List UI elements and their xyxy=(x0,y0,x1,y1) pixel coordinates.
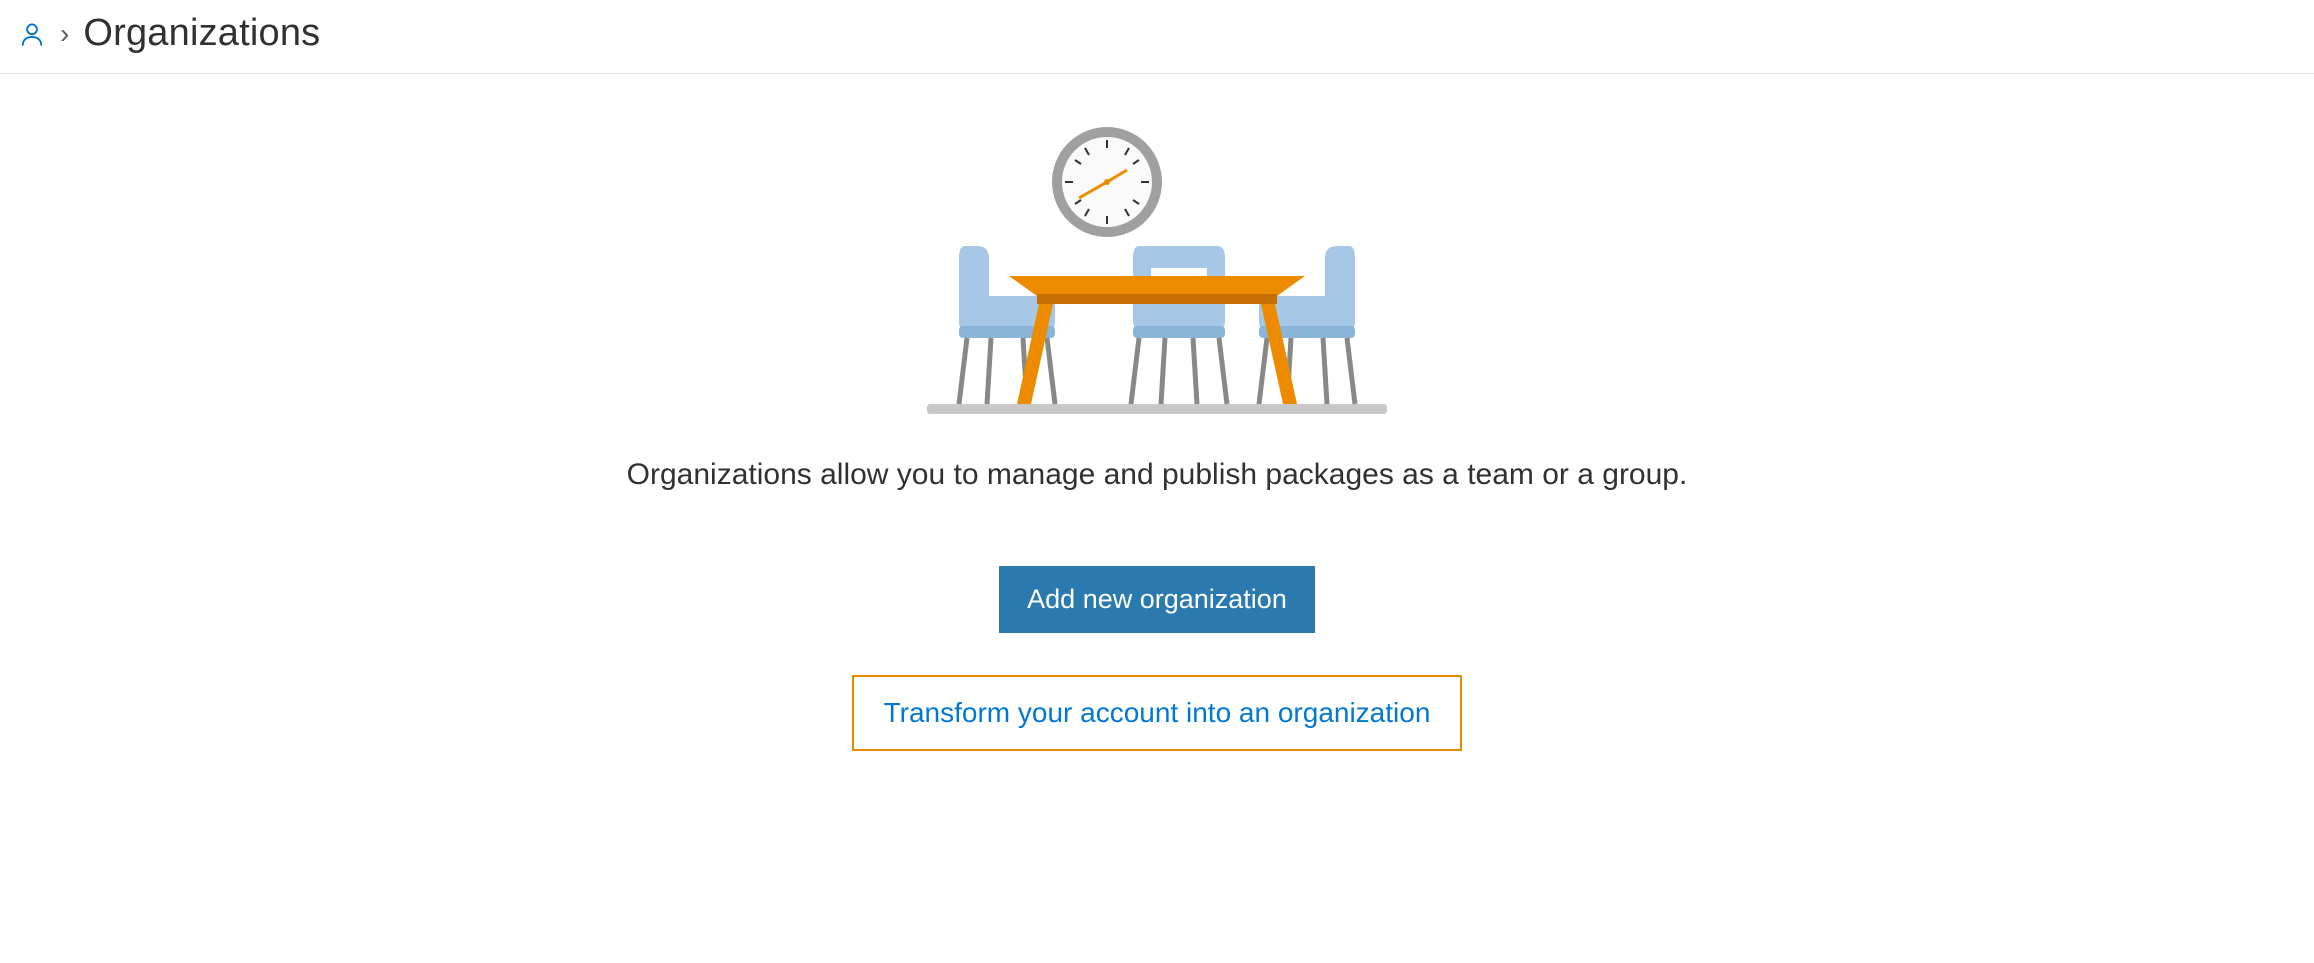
description-text: Organizations allow you to manage and pu… xyxy=(627,458,1688,492)
meeting-room-illustration xyxy=(917,126,1397,416)
user-icon[interactable] xyxy=(18,20,46,48)
add-new-organization-button[interactable]: Add new organization xyxy=(999,566,1315,633)
main-content: Organizations allow you to manage and pu… xyxy=(0,74,2314,751)
actions-group: Add new organization Transform your acco… xyxy=(852,566,1463,751)
chevron-right-icon: › xyxy=(60,18,69,50)
page-title: Organizations xyxy=(83,12,320,55)
breadcrumb: › Organizations xyxy=(0,0,2314,74)
clock-icon xyxy=(1057,132,1157,232)
transform-account-button[interactable]: Transform your account into an organizat… xyxy=(852,675,1463,751)
